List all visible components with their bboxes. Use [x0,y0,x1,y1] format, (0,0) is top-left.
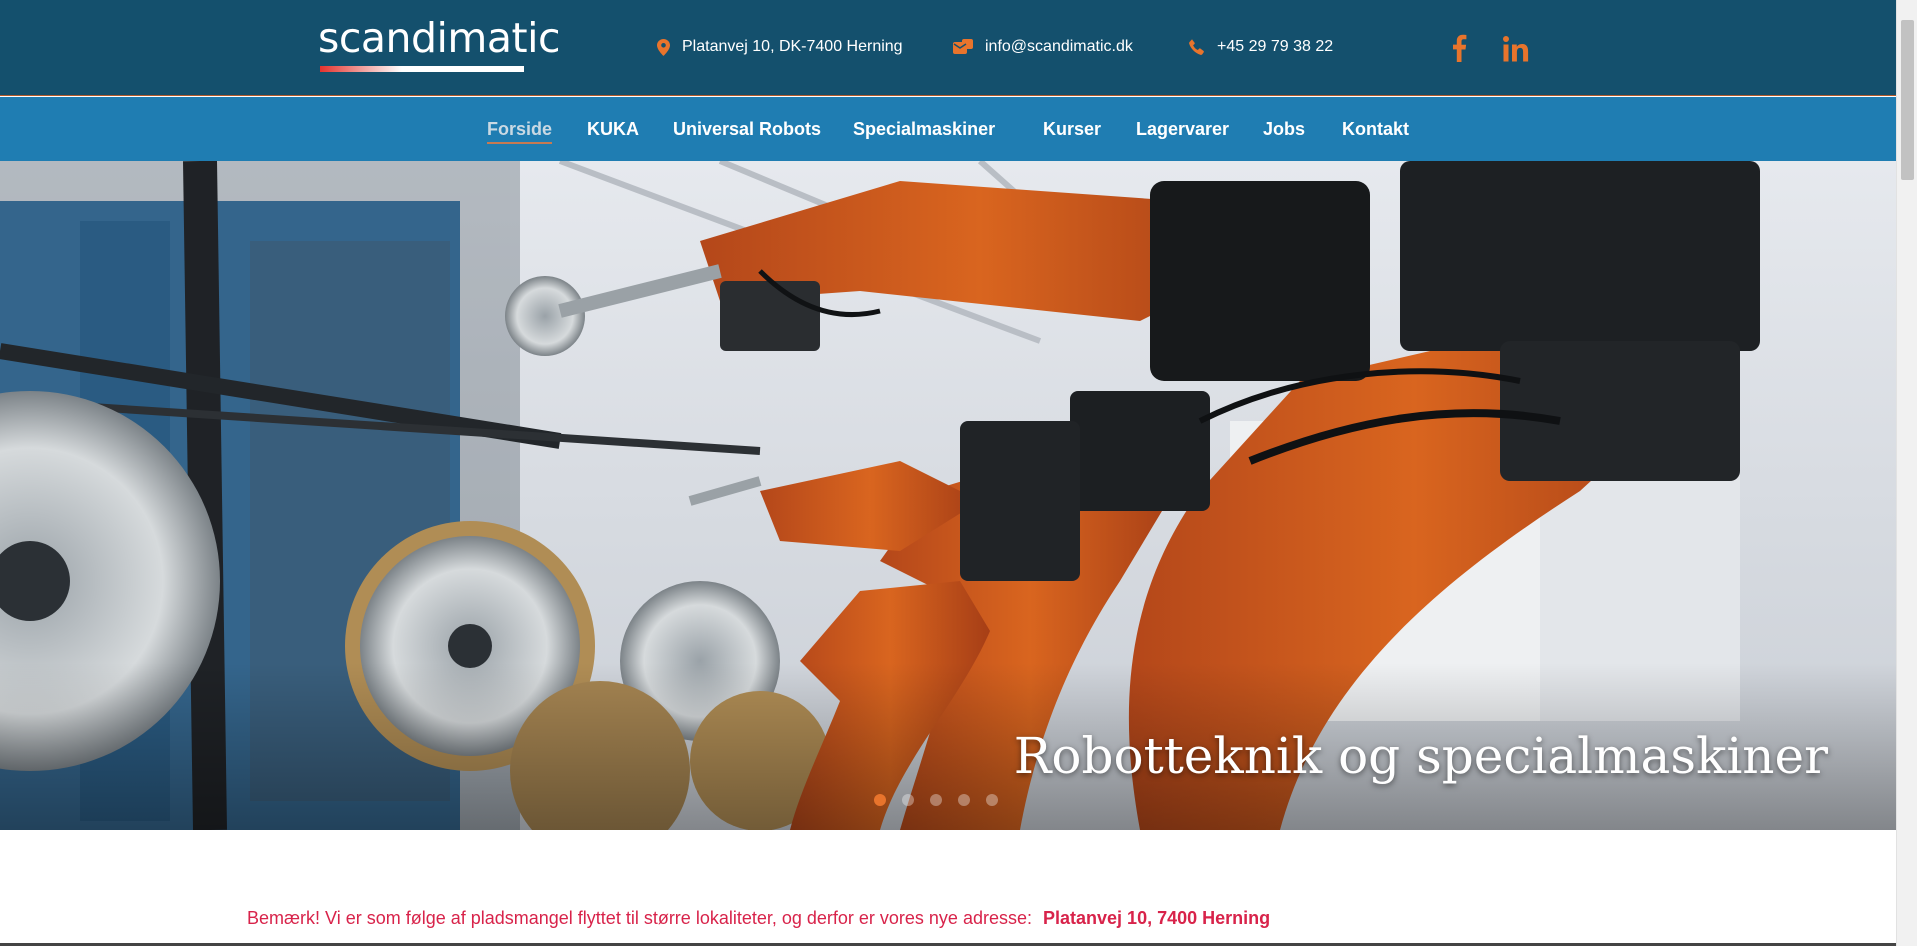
nav-item-kuka[interactable]: KUKA [587,119,639,140]
nav-item-forside[interactable]: Forside [487,119,553,144]
nav-item-kurser[interactable]: Kurser [1043,119,1101,140]
slider-dot-3[interactable] [930,794,942,806]
notice-new-address: Platanvej 10, 7400 Herning [1043,908,1271,928]
slider-dot-4[interactable] [958,794,970,806]
relocation-notice: Bemærk! Vi er som følge af pladsmangel f… [247,908,1270,929]
logo[interactable]: scandimatic [318,16,561,72]
page-scrollbar[interactable] [1896,0,1917,946]
slider-dot-2[interactable] [902,794,914,806]
nav-item-universal-robots[interactable]: Universal Robots [673,119,821,140]
top-bar: scandimatic Platanvej 10, DK-7400 Hernin… [0,0,1896,96]
notice-text: Bemærk! Vi er som følge af pladsmangel f… [247,908,1032,928]
email-link[interactable]: info@scandimatic.dk [985,38,1133,56]
nav-item-lagervarer[interactable]: Lagervarer [1136,119,1229,140]
phone-icon [1189,39,1204,55]
linkedin-icon[interactable] [1503,36,1529,62]
envelope-icon [953,39,973,54]
logo-stripe [320,66,524,72]
phone-number[interactable]: +45 29 79 38 22 [1217,38,1333,56]
nav-item-jobs[interactable]: Jobs [1263,119,1305,140]
scrollbar-thumb[interactable] [1901,20,1914,180]
slider-dots [874,794,998,806]
slider-dot-5[interactable] [986,794,998,806]
slider-dot-1[interactable] [874,794,886,806]
nav-item-specialmaskiner[interactable]: Specialmaskiner [853,119,995,140]
address-info: Platanvej 10, DK-7400 Herning [657,38,903,56]
main-nav: Forside KUKA Universal Robots Specialmas… [0,97,1896,161]
location-pin-icon [657,38,670,56]
phone-info[interactable]: +45 29 79 38 22 [1189,38,1333,56]
hero-slider[interactable]: Robotteknik og specialmaskiner [0,161,1896,830]
address-text: Platanvej 10, DK-7400 Herning [682,38,903,55]
facebook-icon[interactable] [1451,34,1467,62]
email-info[interactable]: info@scandimatic.dk [953,38,1133,56]
hero-caption: Robotteknik og specialmaskiner [1013,727,1828,785]
nav-item-kontakt[interactable]: Kontakt [1342,119,1409,140]
logo-text: scandimatic [318,14,561,62]
